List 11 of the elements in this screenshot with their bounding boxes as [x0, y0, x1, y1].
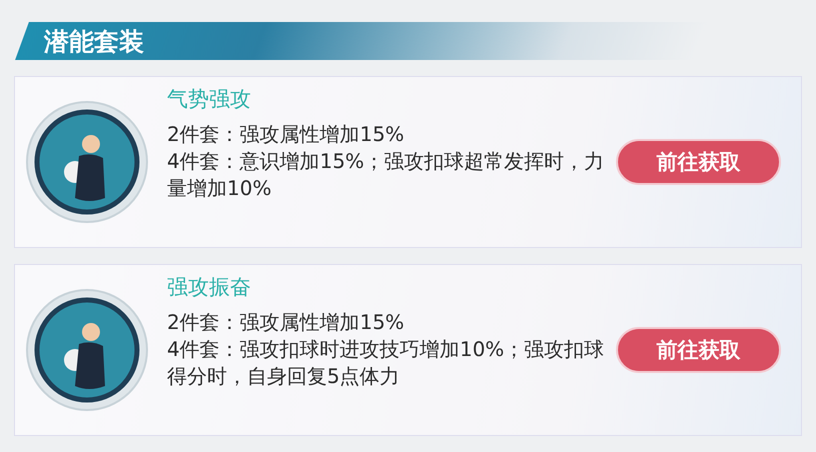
set-bonus-text: 4件套：意识增加15%；强攻扣球超常发挥时，力量增加10% — [167, 148, 606, 202]
obtain-button[interactable]: 前往获取 — [616, 139, 781, 185]
set-bonus-text: 4件套：强攻扣球时进攻技巧增加10%；强攻扣球得分时，自身回复5点体力 — [167, 336, 606, 390]
section-title: 潜能套装 — [42, 26, 144, 58]
set-bonus-text: 2件套：强攻属性增加15% — [167, 121, 406, 148]
player-emblem-icon — [25, 100, 149, 224]
set-bonus-text: 2件套：强攻属性增加15% — [167, 309, 406, 336]
obtain-button[interactable]: 前往获取 — [616, 327, 781, 373]
player-emblem-icon — [25, 288, 149, 412]
set-name: 气势强攻 — [167, 86, 252, 113]
set-name: 强攻振奋 — [167, 274, 252, 301]
